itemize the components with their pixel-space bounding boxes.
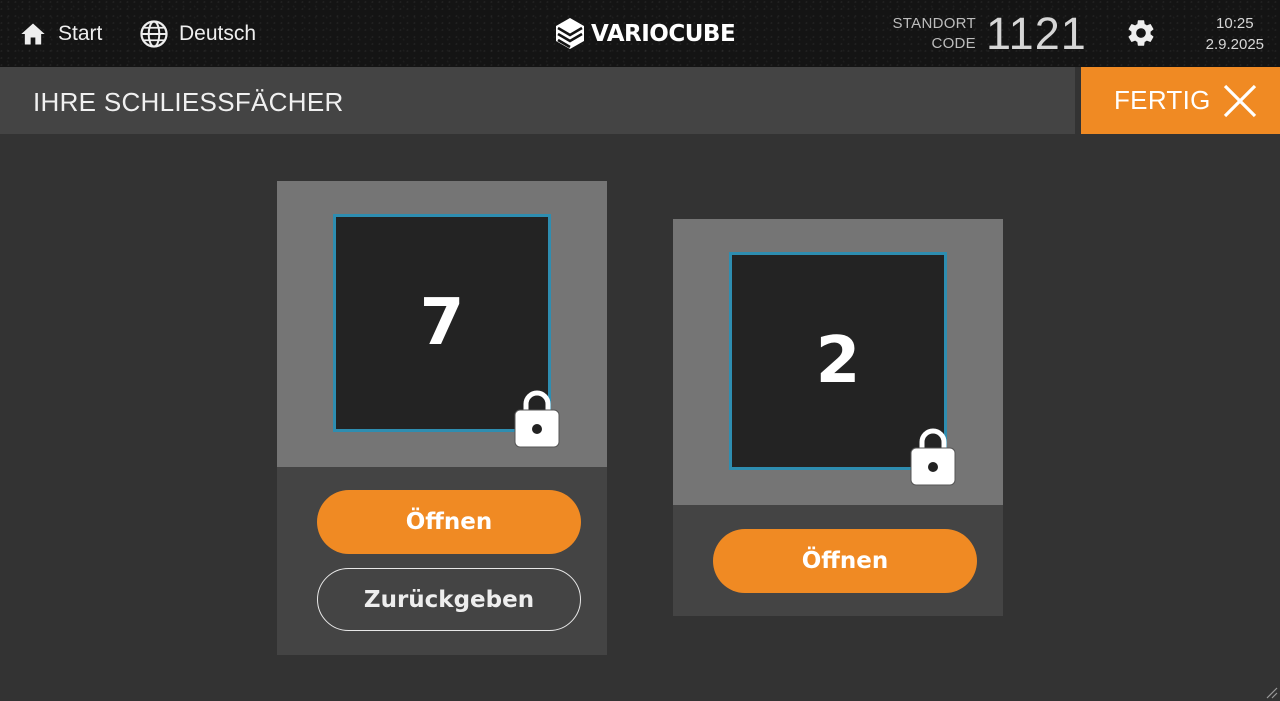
brand-logo: VARIOCUBE [555,17,736,50]
done-button[interactable]: FERTIG [1081,67,1280,134]
open-button[interactable]: Öffnen [317,490,581,554]
settings-button[interactable] [1125,17,1157,54]
location-label: STANDORT CODE [892,14,976,54]
location-label-line2: CODE [931,35,976,52]
brand-name: VARIOCUBE [591,20,736,47]
globe-icon [140,19,168,48]
locker-preview: 7 [277,181,607,467]
clock: 10:25 2.9.2025 [1206,13,1264,55]
return-button[interactable]: Zurückgeben [317,568,581,631]
done-label: FERTIG [1114,85,1211,115]
clock-date: 2.9.2025 [1205,36,1264,53]
location-label-line1: STANDORT [892,15,976,32]
cube-logo-icon [556,18,584,49]
open-button[interactable]: Öffnen [713,529,977,593]
lock-icon [910,428,956,486]
home-button[interactable]: Start [18,0,102,67]
language-label: Deutsch [179,21,257,45]
clock-time: 10:25 [1216,15,1254,32]
gear-icon [1128,20,1154,46]
title-bar: IHRE SCHLIESSFÄCHER [0,67,1075,134]
resize-grip-icon[interactable] [1264,685,1278,699]
home-icon [21,23,45,44]
home-label: Start [58,21,103,45]
lock-icon [514,390,560,448]
locker-preview: 2 [673,219,1003,505]
location-code: 1121 [986,8,1087,59]
top-bar: Start Deutsch VARIOCUBE STANDORT CODE 11… [0,0,1280,67]
page-title: IHRE SCHLIESSFÄCHER [33,87,344,117]
language-button[interactable]: Deutsch [139,0,256,67]
locker-card: 7 Öffnen Zurückgeben [277,181,607,655]
locker-card: 2 Öffnen [673,219,1003,616]
close-icon [1223,84,1256,117]
